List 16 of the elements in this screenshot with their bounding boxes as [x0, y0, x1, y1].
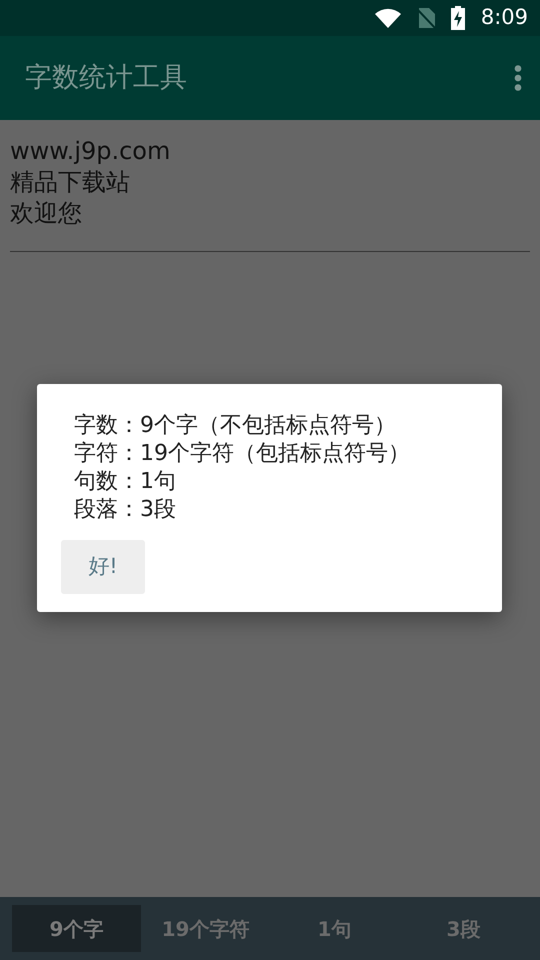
count-tab[interactable]: 19个字符	[141, 905, 270, 952]
count-tab[interactable]: 3段	[399, 905, 528, 952]
battery-charging-icon	[450, 6, 465, 30]
wifi-icon	[374, 8, 401, 28]
app-title: 字数统计工具	[25, 60, 187, 95]
text-input-field[interactable]: www.j9p.com 精品下载站 欢迎您	[10, 136, 530, 252]
result-line: 字符：19个字符（包括标点符号）	[73, 440, 411, 468]
result-line: 字数：9个字（不包括标点符号）	[73, 412, 397, 440]
status-time: 8:09	[480, 4, 528, 32]
result-line: 段落：3段	[73, 496, 177, 524]
count-tab[interactable]: 9个字	[12, 905, 141, 952]
count-tab[interactable]: 1句	[270, 905, 399, 952]
no-sim-icon	[416, 8, 435, 28]
ok-button[interactable]: 好!	[61, 540, 145, 594]
result-line: 句数：1句	[73, 468, 177, 496]
more-options-icon[interactable]	[514, 65, 522, 91]
